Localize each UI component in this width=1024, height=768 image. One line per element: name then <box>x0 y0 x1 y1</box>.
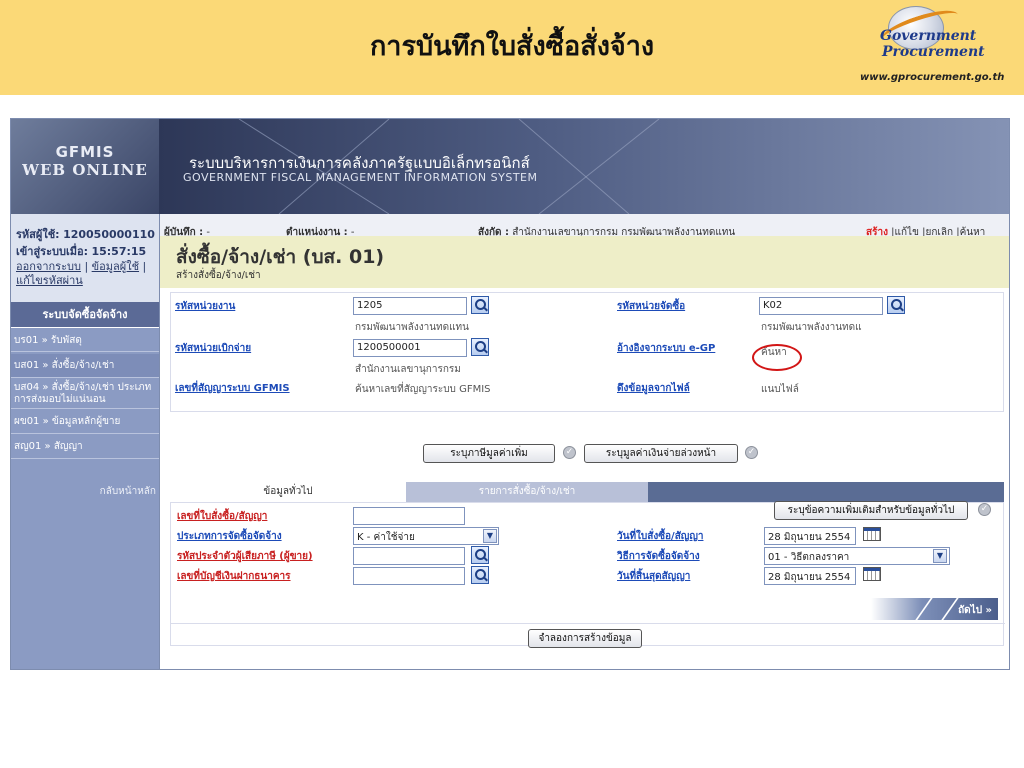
purchase-unit-name: กรมพัฒนาพลังงานทดแ <box>761 322 862 333</box>
page-subtitle: สร้างสั่งซื้อ/จ้าง/เช่า <box>176 270 261 281</box>
vat-button[interactable]: ระบุภาษีมูลค่าเพิ่ม <box>423 444 555 463</box>
sidebar-item-receive[interactable]: บร01 » รับพัสดุ <box>11 330 159 352</box>
disburse-unit-label[interactable]: รหัสหน่วยเบิกจ่าย <box>175 341 251 356</box>
contract-end-date-label[interactable]: วันที่สิ้นสุดสัญญา <box>617 569 690 584</box>
login-time-label: เข้าสู่ระบบเมื่อ: <box>16 245 88 258</box>
more-info-button[interactable]: ระบุข้อความเพิ่มเติมสำหรับข้อมูลทั่วไป <box>774 501 968 520</box>
back-to-main-link[interactable]: กลับหน้าหลัก <box>11 484 156 499</box>
header-form: รหัสหน่วยงาน 1205 กรมพัฒนาพลังงานทดแทน ร… <box>170 292 1004 412</box>
po-number-input[interactable] <box>353 507 465 525</box>
change-password-line: แก้ไขรหัสผ่าน <box>16 274 155 288</box>
slide-header: การบันทึกใบสั่งซื้อสั่งจ้าง Government P… <box>0 0 1024 95</box>
system-banner: ระบบบริหารการเงินการคลังภาครัฐแบบอิเล็กท… <box>159 119 1009 214</box>
procurement-method-select[interactable]: 01 - วิธีตกลงราคา <box>764 547 950 565</box>
user-id-line: รหัสผู้ใช้: 120050000110 <box>16 228 155 242</box>
user-id-label: รหัสผู้ใช้: <box>16 228 60 241</box>
logo-word-procurement: Procurement <box>882 44 985 60</box>
tab-order-items[interactable]: รายการสั่งซื้อ/จ้าง/เช่า <box>406 482 648 502</box>
advance-payment-button[interactable]: ระบุมูลค่าเงินจ่ายล่วงหน้า <box>584 444 738 463</box>
tax-id-search-icon[interactable] <box>471 546 489 564</box>
po-number-label[interactable]: เลขที่ใบสั่งซื้อ/สัญญา <box>177 509 267 524</box>
tab-general-info[interactable]: ข้อมูลทั่วไป <box>170 482 406 502</box>
purchase-unit-label[interactable]: รหัสหน่วยจัดซื้อ <box>617 299 685 314</box>
tax-id-label[interactable]: รหัสประจำตัวผู้เสียภาษี (ผู้ขาย) <box>177 549 313 564</box>
gfmis-logo: GFMIS WEB ONLINE <box>11 119 159 214</box>
general-info-form: เลขที่ใบสั่งซื้อ/สัญญา ประเภทการจัดซื้อจ… <box>170 501 1005 648</box>
sidebar-item-contract[interactable]: สญ01 » สัญญา <box>11 435 159 459</box>
main-content: ผู้บันทึก : - ตำแหน่งงาน : - สังกัด : สำ… <box>159 214 1009 669</box>
bank-account-search-icon[interactable] <box>471 566 489 584</box>
gfmis-contract-hint: ค้นหาเลขที่สัญญาระบบ GFMIS <box>355 384 491 395</box>
bank-account-input[interactable] <box>353 567 465 585</box>
tax-id-input[interactable] <box>353 547 465 565</box>
chevron-down-icon[interactable]: ▼ <box>933 549 947 563</box>
calendar-icon[interactable] <box>863 527 881 541</box>
bank-account-label[interactable]: เลขที่บัญชีเงินฝากธนาคาร <box>177 569 291 584</box>
logo-url: www.gprocurement.go.th <box>860 72 1005 83</box>
procurement-type-select[interactable]: K - ค่าใช้จ่าย <box>353 527 499 545</box>
system-name-english: GOVERNMENT FISCAL MANAGEMENT INFORMATION… <box>183 171 538 184</box>
po-date-input[interactable]: 28 มิถุนายน 2554 <box>764 527 856 545</box>
unit-code-search-icon[interactable] <box>471 296 489 314</box>
sidebar-item-purchase-order[interactable]: บส01 » สั่งซื้อ/จ้าง/เช่า <box>11 354 159 378</box>
profile-link[interactable]: ข้อมูลผู้ใช้ <box>92 260 139 273</box>
user-info: รหัสผู้ใช้: 120050000110 เข้าสู่ระบบเมื่… <box>11 214 159 302</box>
gfmis-app-window: GFMIS WEB ONLINE ระบบบริหารการเงินการคลั… <box>10 118 1010 670</box>
purchase-unit-search-icon[interactable] <box>887 296 905 314</box>
gprocurement-logo: Government Procurement www.gprocurement.… <box>860 4 1010 92</box>
chevron-down-icon[interactable]: ▼ <box>483 529 497 543</box>
gfmis-logo-bottom: WEB ONLINE <box>22 161 148 179</box>
sidebar-item-vendor[interactable]: ผข01 » ข้อมูลหลักผู้ขาย <box>11 410 159 434</box>
sidebar-item-purchase-uncertain[interactable]: บส04 » สั่งซื้อ/จ้าง/เช่า ประเภทการส่งมอ… <box>11 379 159 409</box>
contract-end-date-input[interactable]: 28 มิถุนายน 2554 <box>764 567 856 585</box>
login-time-value: 15:57:15 <box>91 245 147 258</box>
tab-bar: ข้อมูลทั่วไป รายการสั่งซื้อ/จ้าง/เช่า <box>170 482 1004 502</box>
next-button[interactable]: ถัดไป » <box>871 598 998 620</box>
menu-header: ระบบจัดซื้อจัดจ้าง <box>11 302 159 328</box>
link-separator: | <box>142 260 147 273</box>
next-label: ถัดไป » <box>958 605 992 616</box>
vat-check-icon: ✓ <box>563 446 576 459</box>
logout-link[interactable]: ออกจากระบบ <box>16 260 81 273</box>
divider <box>171 623 1005 624</box>
login-time-line: เข้าสู่ระบบเมื่อ: 15:57:15 <box>16 245 155 259</box>
attach-file-link[interactable]: แนบไฟล์ <box>761 382 799 397</box>
highlight-circle <box>752 344 802 371</box>
logo-word-government: Government <box>880 28 977 44</box>
disburse-unit-input[interactable]: 1200500001 <box>353 339 467 357</box>
page-titlebar: สั่งซื้อ/จ้าง/เช่า (บส. 01) สร้างสั่งซื้… <box>160 236 1009 288</box>
file-import-label[interactable]: ดึงข้อมูลจากไฟล์ <box>617 381 690 396</box>
simulate-button[interactable]: จำลองการสร้างข้อมูล <box>528 629 642 648</box>
link-separator: | <box>84 260 92 273</box>
unit-code-label[interactable]: รหัสหน่วยงาน <box>175 299 235 314</box>
gfmis-contract-label[interactable]: เลขที่สัญญาระบบ GFMIS <box>175 381 290 396</box>
po-date-label[interactable]: วันที่ใบสั่งซื้อ/สัญญา <box>617 529 703 544</box>
disburse-unit-name: สำนักงานเลขานุการกรม <box>355 364 461 375</box>
user-id-value: 120050000110 <box>63 228 155 241</box>
next-decoration <box>915 598 959 620</box>
advance-check-icon: ✓ <box>745 446 758 459</box>
user-links: ออกจากระบบ | ข้อมูลผู้ใช้ | <box>16 260 155 274</box>
disburse-unit-search-icon[interactable] <box>471 338 489 356</box>
procurement-type-label[interactable]: ประเภทการจัดซื้อจัดจ้าง <box>177 529 282 544</box>
procurement-method-label[interactable]: วิธีการจัดซื้อจัดจ้าง <box>617 549 700 564</box>
egp-reference-label[interactable]: อ้างอิงจากระบบ e-GP <box>617 341 715 356</box>
gfmis-logo-top: GFMIS <box>55 143 115 161</box>
purchase-unit-input[interactable]: K02 <box>759 297 883 315</box>
change-password-link[interactable]: แก้ไขรหัสผ่าน <box>16 274 83 287</box>
sidebar: รหัสผู้ใช้: 120050000110 เข้าสู่ระบบเมื่… <box>11 214 159 669</box>
calendar-icon[interactable] <box>863 567 881 581</box>
unit-code-input[interactable]: 1205 <box>353 297 467 315</box>
more-info-check-icon: ✓ <box>978 503 991 516</box>
unit-name-text: กรมพัฒนาพลังงานทดแทน <box>355 322 469 333</box>
